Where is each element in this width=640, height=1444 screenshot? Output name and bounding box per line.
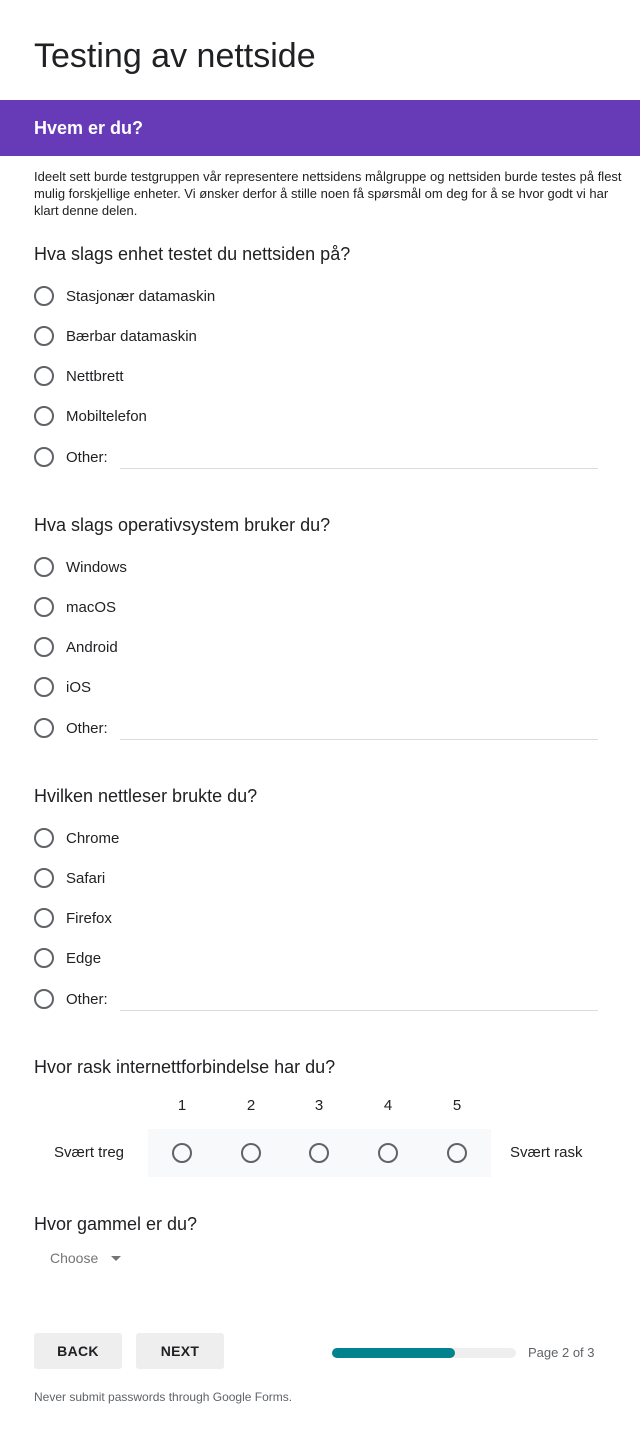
radio-option-chrome[interactable]: Chrome [34,828,614,852]
scale-high-label: Svært rask [510,1144,583,1161]
section-header: Hvem er du? [0,100,640,156]
scale-number: 4 [383,1097,393,1114]
dropdown-value: Choose [50,1250,99,1266]
other-label: Other: [66,449,108,466]
page-indicator: Page 2 of 3 [528,1345,595,1360]
scale-radio-4[interactable] [378,1143,398,1163]
back-button[interactable]: BACK [34,1333,122,1369]
scale-radio-1[interactable] [172,1143,192,1163]
chevron-down-icon [111,1256,121,1261]
radio-button[interactable] [34,597,54,617]
radio-button[interactable] [34,828,54,848]
radio-option-mobiltelefon[interactable]: Mobiltelefon [34,406,614,430]
radio-option-android[interactable]: Android [34,637,614,661]
radio-option-baerbar[interactable]: Bærbar datamaskin [34,326,614,350]
other-text-input[interactable] [120,1010,598,1011]
radio-button[interactable] [34,989,54,1009]
option-label: macOS [66,599,117,616]
radio-button[interactable] [34,286,54,306]
question-browser-title: Hvilken nettleser brukte du? [34,786,258,806]
option-label: Windows [66,559,127,576]
radio-button[interactable] [34,326,54,346]
option-label: iOS [66,679,92,696]
radio-button[interactable] [34,948,54,968]
radio-button[interactable] [34,557,54,577]
radio-option-other-browser[interactable]: Other: [34,989,614,1013]
option-label: Chrome [66,830,120,847]
radio-button[interactable] [34,718,54,738]
radio-button[interactable] [34,406,54,426]
other-text-input[interactable] [120,739,598,740]
radio-option-firefox[interactable]: Firefox [34,908,614,932]
progress-bar [332,1348,516,1358]
scale-number: 3 [314,1097,324,1114]
other-label: Other: [66,991,108,1008]
form-title: Testing av nettside [34,37,316,75]
next-button[interactable]: NEXT [136,1333,224,1369]
radio-option-other-os[interactable]: Other: [34,718,614,742]
question-speed-title: Hvor rask internettforbindelse har du? [34,1057,336,1077]
option-label: Stasjonær datamaskin [66,288,216,305]
radio-option-macos[interactable]: macOS [34,597,614,621]
radio-option-stasjonaer[interactable]: Stasjonær datamaskin [34,286,614,310]
radio-button[interactable] [34,447,54,467]
option-label: Edge [66,950,102,967]
option-label: Nettbrett [66,368,124,385]
radio-button[interactable] [34,366,54,386]
radio-option-other-device[interactable]: Other: [34,447,614,471]
option-label: Firefox [66,910,112,927]
option-label: Safari [66,870,106,887]
footer-disclaimer: Never submit passwords through Google Fo… [34,1390,293,1404]
question-device-title: Hva slags enhet testet du nettsiden på? [34,244,351,264]
scale-low-label: Svært treg [54,1144,125,1161]
radio-option-ios[interactable]: iOS [34,677,614,701]
scale-number: 5 [452,1097,462,1114]
scale-number: 1 [177,1097,187,1114]
radio-button[interactable] [34,908,54,928]
other-label: Other: [66,720,108,737]
option-label: Bærbar datamaskin [66,328,197,345]
progress-bar-fill [332,1348,456,1358]
radio-option-safari[interactable]: Safari [34,868,614,892]
section-description: Ideelt sett burde testgruppen vår repres… [34,169,622,218]
section-title: Hvem er du? [34,118,144,138]
question-age-title: Hvor gammel er du? [34,1214,198,1234]
scale-radio-2[interactable] [241,1143,261,1163]
radio-option-edge[interactable]: Edge [34,948,614,972]
scale-number: 2 [246,1097,256,1114]
age-dropdown[interactable]: Choose [34,1244,134,1272]
radio-option-nettbrett[interactable]: Nettbrett [34,366,614,390]
option-label: Mobiltelefon [66,408,147,425]
radio-button[interactable] [34,677,54,697]
scale-radio-5[interactable] [447,1143,467,1163]
question-os-title: Hva slags operativsystem bruker du? [34,515,331,535]
radio-button[interactable] [34,868,54,888]
scale-radio-3[interactable] [309,1143,329,1163]
other-text-input[interactable] [120,468,598,469]
radio-button[interactable] [34,637,54,657]
option-label: Android [66,639,118,656]
radio-option-windows[interactable]: Windows [34,557,614,581]
